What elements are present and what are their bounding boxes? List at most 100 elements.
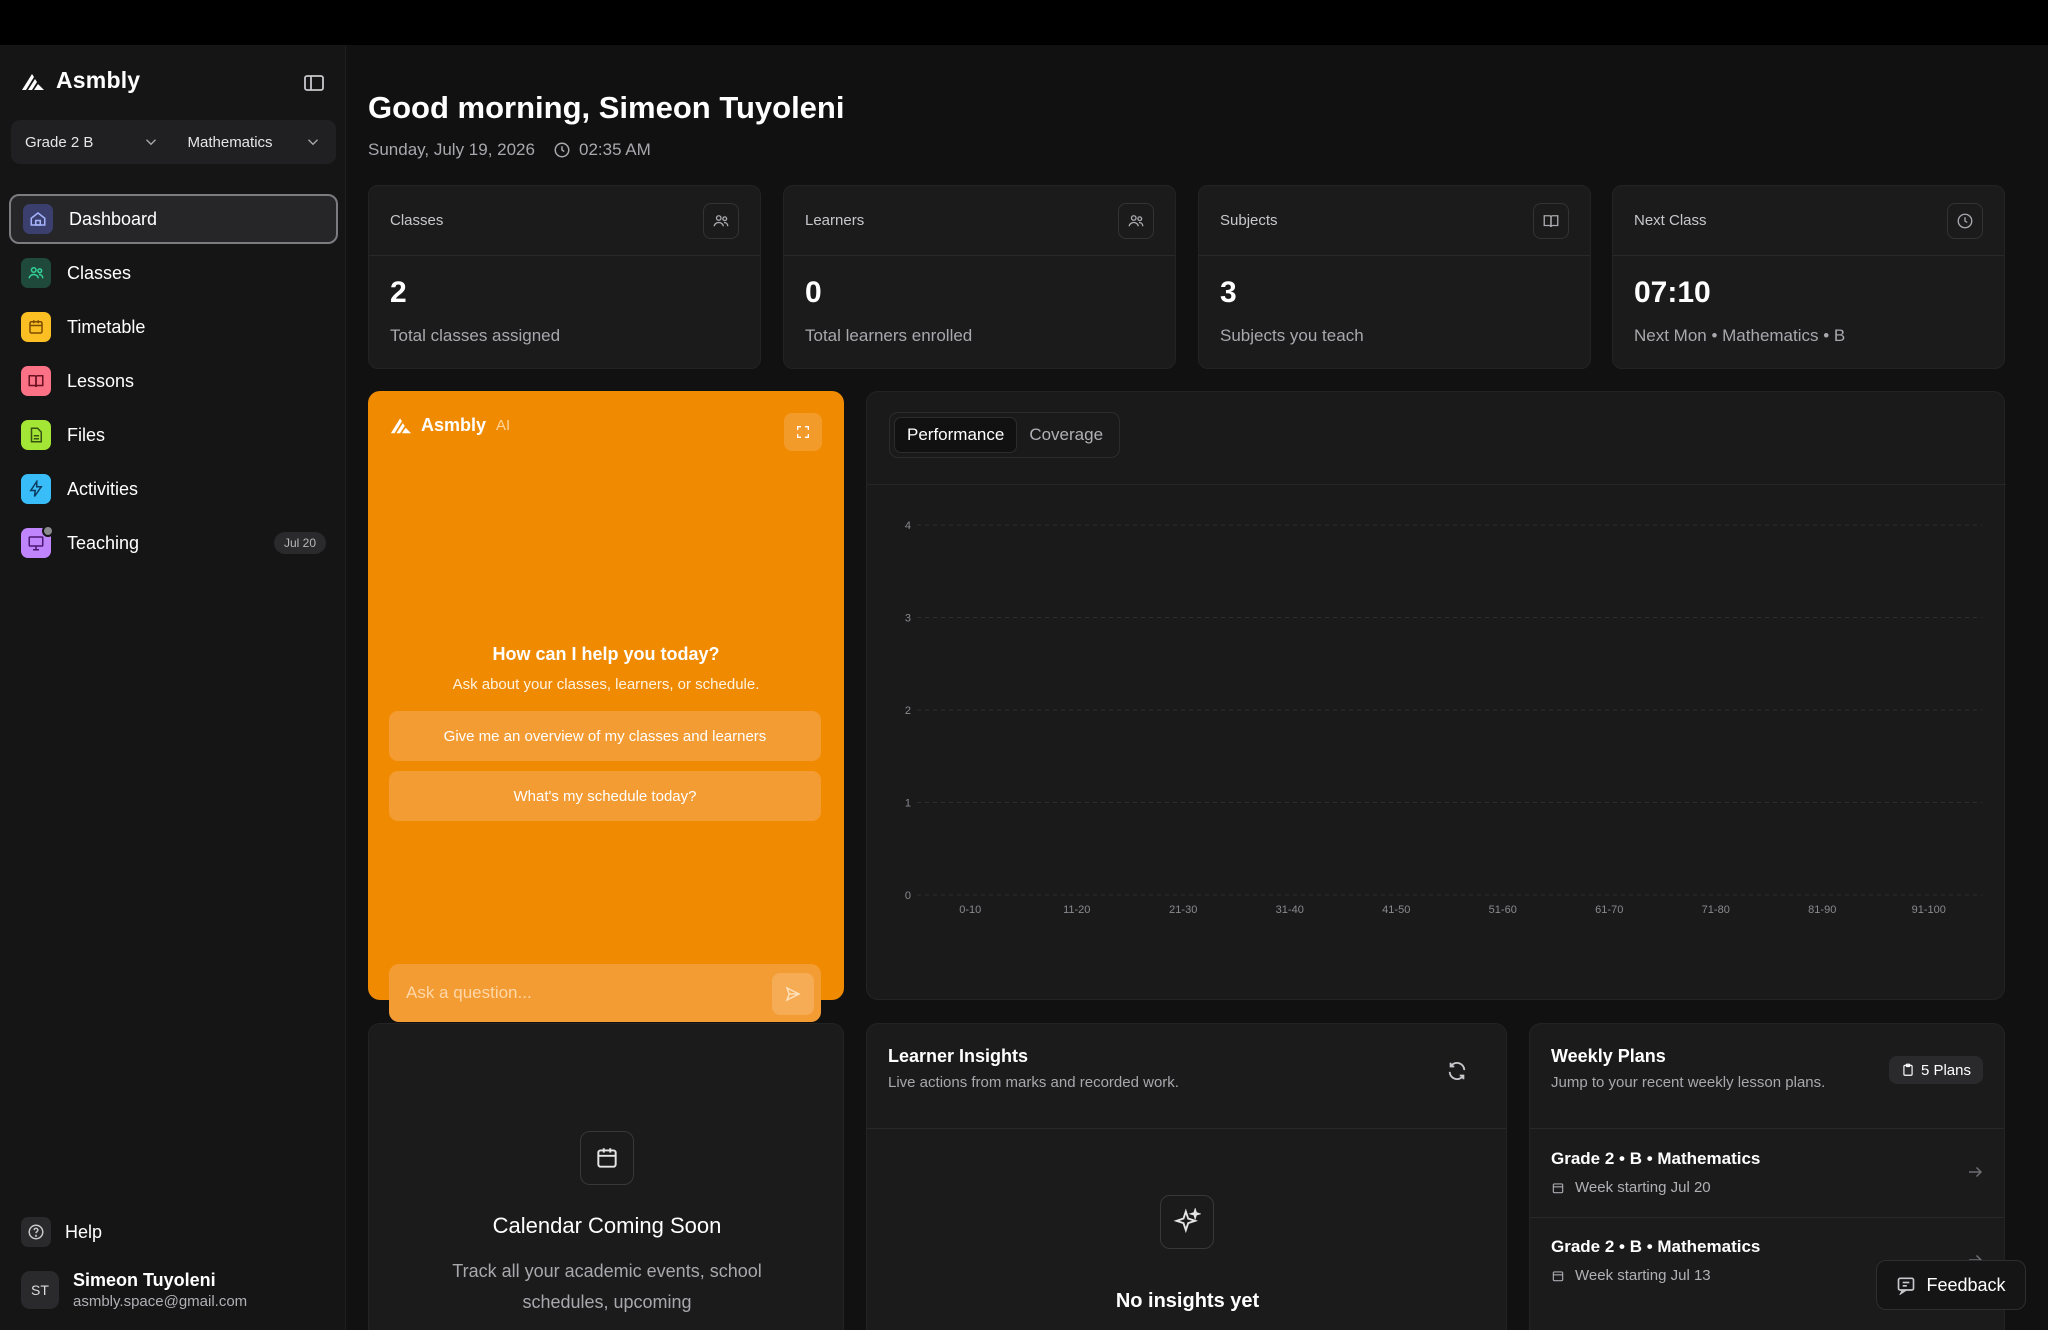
stat-card-learners[interactable]: Learners 0 Total learners enrolled: [783, 185, 1176, 369]
grade-select-value: Grade 2 B: [25, 133, 94, 151]
x-tick-label: 91-100: [1912, 904, 1946, 916]
sidebar: Asmbly Grade 2 B Mathematics Dashboard C…: [0, 45, 346, 1330]
insights-subtitle: Live actions from marks and recorded wor…: [888, 1074, 1179, 1091]
stat-card-classes[interactable]: Classes 2 Total classes assigned: [368, 185, 761, 369]
stat-value: 07:10: [1634, 276, 1711, 309]
sidebar-nav: Dashboard Classes Timetable Lessons File…: [9, 194, 338, 572]
tab-coverage[interactable]: Coverage: [1017, 417, 1115, 453]
stat-value: 3: [1220, 276, 1237, 309]
plan-week-label: Week starting Jul 20: [1575, 1179, 1711, 1196]
plans-count-badge[interactable]: 5 Plans: [1888, 1056, 1983, 1084]
sidebar-item-lessons[interactable]: Lessons: [9, 356, 338, 406]
ask-input-placeholder: Ask a question...: [406, 983, 532, 1002]
x-tick-label: 41-50: [1382, 904, 1410, 916]
x-tick-label: 21-30: [1169, 904, 1197, 916]
users-icon: [21, 258, 51, 288]
stat-desc: Total learners enrolled: [805, 326, 973, 345]
refresh-icon[interactable]: [1446, 1060, 1468, 1082]
stat-title: Subjects: [1220, 212, 1278, 229]
stat-title: Classes: [390, 212, 444, 229]
plans-subtitle: Jump to your recent weekly lesson plans.: [1551, 1074, 1826, 1091]
avatar: ST: [21, 1271, 59, 1309]
home-icon: [23, 204, 53, 234]
expand-button[interactable]: [784, 413, 822, 451]
ai-subtitle: Ask about your classes, learners, or sch…: [452, 676, 760, 693]
x-tick-label: 0-10: [959, 904, 981, 916]
help-label: Help: [65, 1221, 103, 1242]
x-tick-label: 61-70: [1595, 904, 1623, 916]
plan-week-label: Week starting Jul 13: [1575, 1267, 1711, 1284]
user-name: Simeon Tuyoleni: [73, 1270, 216, 1290]
tab-performance[interactable]: Performance: [894, 417, 1018, 453]
send-button[interactable]: [772, 973, 814, 1015]
sidebar-toggle-icon[interactable]: [302, 71, 326, 95]
x-tick-label: 51-60: [1489, 904, 1517, 916]
subject-select-value: Mathematics: [187, 133, 273, 151]
feedback-label: Feedback: [1926, 1274, 2006, 1295]
plans-title: Weekly Plans: [1551, 1046, 1666, 1066]
current-date: Sunday, July 19, 2026: [368, 140, 535, 159]
book-open-icon: [1533, 202, 1569, 239]
sidebar-item-classes[interactable]: Classes: [9, 248, 338, 298]
clock-icon: [554, 142, 570, 158]
app-window: Asmbly Grade 2 B Mathematics Dashboard C…: [0, 45, 2048, 1330]
ai-tag: AI: [496, 416, 511, 434]
y-tick-label: 1: [905, 798, 911, 810]
sidebar-item-label: Activities: [67, 478, 139, 499]
suggestion-button[interactable]: What's my schedule today?: [389, 771, 821, 821]
plan-row[interactable]: Grade 2 • B • Mathematics Week starting …: [1530, 1129, 2004, 1217]
plan-week: Week starting Jul 20: [1551, 1179, 1711, 1196]
ask-input[interactable]: Ask a question...: [389, 964, 821, 1022]
y-tick-label: 3: [905, 613, 911, 625]
sidebar-item-teaching[interactable]: Teaching Jul 20: [9, 518, 338, 568]
stat-desc: Next Mon • Mathematics • B: [1634, 326, 1846, 345]
arrow-right-icon: [1969, 1166, 1983, 1178]
sidebar-item-label: Teaching: [67, 532, 140, 553]
plan-title: Grade 2 • B • Mathematics: [1551, 1237, 1761, 1256]
x-tick-label: 81-90: [1808, 904, 1836, 916]
class-subject-selector: Grade 2 B Mathematics: [11, 120, 336, 164]
stat-card-subjects[interactable]: Subjects 3 Subjects you teach: [1198, 185, 1591, 369]
teaching-date-badge: Jul 20: [273, 532, 326, 554]
expand-icon: [797, 426, 809, 438]
grade-select[interactable]: Grade 2 B: [11, 120, 174, 164]
help-link[interactable]: Help: [21, 1217, 102, 1247]
brand[interactable]: Asmbly: [20, 67, 140, 94]
plan-week: Week starting Jul 13: [1551, 1267, 1711, 1284]
sidebar-item-files[interactable]: Files: [9, 410, 338, 460]
stat-value: 0: [805, 276, 822, 309]
sidebar-item-label: Dashboard: [69, 208, 158, 229]
sidebar-item-label: Timetable: [67, 316, 146, 337]
book-icon: [21, 366, 51, 396]
y-tick-label: 4: [905, 520, 911, 532]
subject-select[interactable]: Mathematics: [174, 120, 337, 164]
y-tick-label: 0: [905, 890, 911, 902]
help-circle-icon: [21, 1217, 51, 1247]
ai-assistant-panel: Asmbly AI How can I help you today? Ask …: [368, 391, 844, 1022]
sidebar-item-label: Classes: [67, 262, 132, 283]
clock-icon: [1947, 202, 1983, 239]
sidebar-item-activities[interactable]: Activities: [9, 464, 338, 514]
x-tick-label: 11-20: [1063, 904, 1090, 916]
current-time: 02:35 AM: [578, 140, 651, 159]
suggestion-button[interactable]: Give me an overview of my classes and le…: [389, 711, 821, 761]
performance-chart: 0 1 2 3 4 0-10 11-20 21-30 31-40 41-50 51-60 61-70 7…: [905, 520, 1982, 916]
user-email: asmbly.space@gmail.com: [73, 1293, 248, 1310]
page-title: Good morning, Simeon Tuyoleni: [368, 90, 845, 125]
asmbly-logo-icon: [22, 73, 44, 90]
message-icon: [1898, 1277, 1915, 1295]
user-profile[interactable]: ST Simeon Tuyoleni asmbly.space@gmail.co…: [21, 1270, 247, 1310]
insights-title: Learner Insights: [888, 1046, 1029, 1066]
sparkles-icon: [1160, 1195, 1214, 1249]
stat-value: 2: [390, 276, 407, 309]
stat-card-next-class[interactable]: Next Class 07:10 Next Mon • Mathematics …: [1612, 185, 2005, 369]
sidebar-item-timetable[interactable]: Timetable: [9, 302, 338, 352]
stat-title: Next Class: [1634, 212, 1707, 229]
sidebar-item-dashboard[interactable]: Dashboard: [9, 194, 338, 244]
stat-desc: Total classes assigned: [390, 326, 561, 345]
insights-empty: No insights yet: [1115, 1290, 1260, 1312]
ai-question: How can I help you today?: [492, 644, 720, 664]
chevron-down-icon: [308, 139, 318, 146]
divider: [867, 1128, 1506, 1129]
feedback-button[interactable]: Feedback: [1876, 1260, 2026, 1310]
